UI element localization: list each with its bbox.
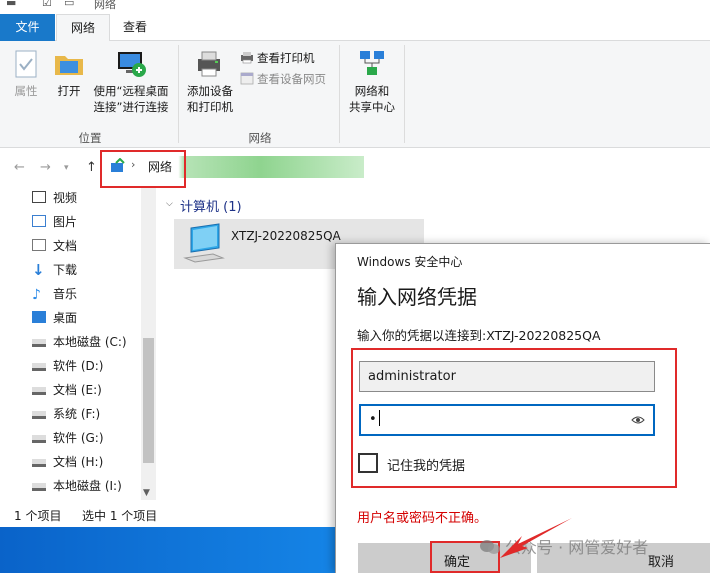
picture-icon	[32, 215, 46, 227]
back-arrow-icon[interactable]: ←	[14, 160, 25, 175]
properties-button[interactable]: 属性	[10, 47, 42, 99]
forward-arrow-icon[interactable]: →	[40, 160, 51, 175]
sidebar-item[interactable]: ♪ 音乐	[32, 283, 77, 305]
sidebar-item-label: 下载	[53, 263, 78, 277]
title-bar: ▬ ☑ ▭ 网络	[0, 0, 710, 14]
sidebar-item[interactable]: 本地磁盘 (C:)	[32, 331, 127, 353]
sidebar-item[interactable]: 桌面	[32, 307, 77, 329]
sidebar-item-label: 文档	[53, 239, 78, 253]
tab-view[interactable]: 查看	[112, 14, 158, 41]
dialog-caption: Windows 安全中心	[357, 255, 463, 269]
properties-quick-icon[interactable]: ☑	[42, 0, 52, 9]
cancel-button-label[interactable]: 取消	[648, 551, 674, 570]
address-highlight-box	[100, 150, 186, 188]
sidebar-item-label: 文档 (H:)	[53, 455, 104, 469]
sidebar-item-label: 图片	[53, 215, 78, 229]
sidebar-item[interactable]: 文档 (E:)	[32, 379, 102, 401]
document-icon	[32, 239, 46, 251]
taskbar	[0, 527, 335, 573]
drive-icon	[32, 387, 46, 395]
folder-open-icon	[55, 56, 83, 75]
music-icon: ♪	[32, 287, 41, 303]
item-count: 1 个项目	[14, 509, 62, 523]
status-bar: 1 个项目 选中 1 个项目	[0, 500, 335, 527]
download-icon: ↓	[32, 261, 45, 279]
computer-name-label: XTZJ-20220825QA	[231, 229, 341, 243]
sidebar-item[interactable]: 软件 (G:)	[32, 427, 104, 449]
sidebar-item[interactable]: ↓ 下载	[32, 259, 77, 281]
sidebar-item[interactable]: 系统 (F:)	[32, 403, 100, 425]
group-header-computer[interactable]: 计算机 (1)	[180, 196, 242, 215]
drive-icon	[32, 459, 46, 467]
group-divider	[339, 45, 340, 143]
dialog-title: 输入网络凭据	[357, 285, 477, 309]
remote-desktop-button[interactable]: 使用“远程桌面 连接”进行连接	[90, 47, 172, 115]
scroll-down-icon[interactable]: ▼	[143, 488, 150, 498]
sidebar-item-label: 本地磁盘 (C:)	[53, 335, 127, 349]
sidebar-item[interactable]: 图片	[32, 211, 77, 233]
video-icon	[32, 191, 46, 203]
sidebar-item-label: 桌面	[53, 311, 78, 325]
new-folder-quick-icon[interactable]: ▭	[64, 0, 74, 9]
remember-credentials-checkbox[interactable]	[358, 453, 378, 473]
reveal-password-eye-icon[interactable]	[631, 413, 645, 427]
sidebar-item[interactable]: 软件 (D:)	[32, 355, 103, 377]
open-button[interactable]: 打开	[52, 47, 86, 99]
ribbon-tabs: 文件 网络 查看	[0, 14, 710, 42]
drive-icon	[32, 411, 46, 419]
selected-count: 选中 1 个项目	[82, 509, 158, 523]
recent-chevron-icon[interactable]: ▾	[64, 163, 69, 173]
username-field[interactable]: administrator	[359, 361, 655, 392]
properties-icon	[15, 50, 37, 78]
remote-desktop-icon	[118, 52, 146, 77]
sidebar-item-label: 视频	[53, 191, 78, 205]
drive-icon	[32, 363, 46, 371]
window-title: 网络	[94, 0, 116, 11]
sidebar-item-label: 软件 (D:)	[53, 359, 104, 373]
dialog-subtitle: 输入你的凭据以连接到:XTZJ-20220825QA	[357, 328, 601, 343]
remember-credentials-label: 记住我的凭据	[387, 459, 466, 474]
network-sharing-icon	[360, 51, 384, 75]
collapse-chevron-icon[interactable]: ⌵	[166, 199, 173, 209]
sidebar-item-label: 音乐	[53, 287, 78, 301]
printer-icon	[198, 51, 220, 77]
error-message: 用户名或密码不正确。	[357, 511, 488, 526]
sidebar-item[interactable]: 文档 (H:)	[32, 451, 103, 473]
desktop-icon	[32, 311, 46, 323]
add-device-button[interactable]: 添加设备 和打印机	[182, 47, 238, 115]
text-caret	[378, 410, 380, 426]
quick-access-icon[interactable]: ▬	[6, 0, 16, 9]
password-mask: •	[369, 412, 377, 427]
drive-icon	[32, 339, 46, 347]
sidebar-item-label: 本地磁盘 (I:)	[53, 479, 122, 493]
sidebar-item-label: 文档 (E:)	[53, 383, 102, 397]
network-group-label: 网络	[248, 131, 272, 145]
computer-icon	[183, 223, 225, 263]
webpage-icon	[240, 72, 254, 85]
ribbon: 属性 打开 使用“远程桌面 连接”进行连接 位置 添加设备 和打印机 查看打印机…	[0, 41, 710, 148]
drive-icon	[32, 483, 46, 491]
password-field[interactable]: •	[359, 404, 655, 436]
view-printers-button[interactable]: 查看打印机	[240, 49, 315, 67]
up-arrow-icon[interactable]: ↑	[86, 160, 97, 175]
sidebar-item[interactable]: 文档	[32, 235, 77, 257]
sidebar-scroll-thumb[interactable]	[143, 338, 154, 463]
view-device-webpage-button[interactable]: 查看设备网页	[240, 70, 326, 88]
red-arrow-pointer-icon	[500, 518, 572, 558]
tab-network[interactable]: 网络	[56, 14, 110, 42]
group-divider	[178, 45, 179, 143]
sidebar-item-label: 系统 (F:)	[53, 407, 101, 421]
location-group-label: 位置	[78, 131, 102, 145]
sidebar-item[interactable]: 本地磁盘 (I:)	[32, 475, 122, 497]
group-divider	[404, 45, 405, 143]
sidebar-item-label: 软件 (G:)	[53, 431, 104, 445]
network-sharing-center-button[interactable]: 网络和 共享中心	[344, 47, 400, 115]
view-printers-icon	[241, 52, 253, 64]
tab-file[interactable]: 文件	[0, 14, 55, 41]
sidebar-item[interactable]: 视频	[32, 187, 77, 209]
drive-icon	[32, 435, 46, 443]
ok-button-label[interactable]: 确定	[444, 551, 470, 570]
